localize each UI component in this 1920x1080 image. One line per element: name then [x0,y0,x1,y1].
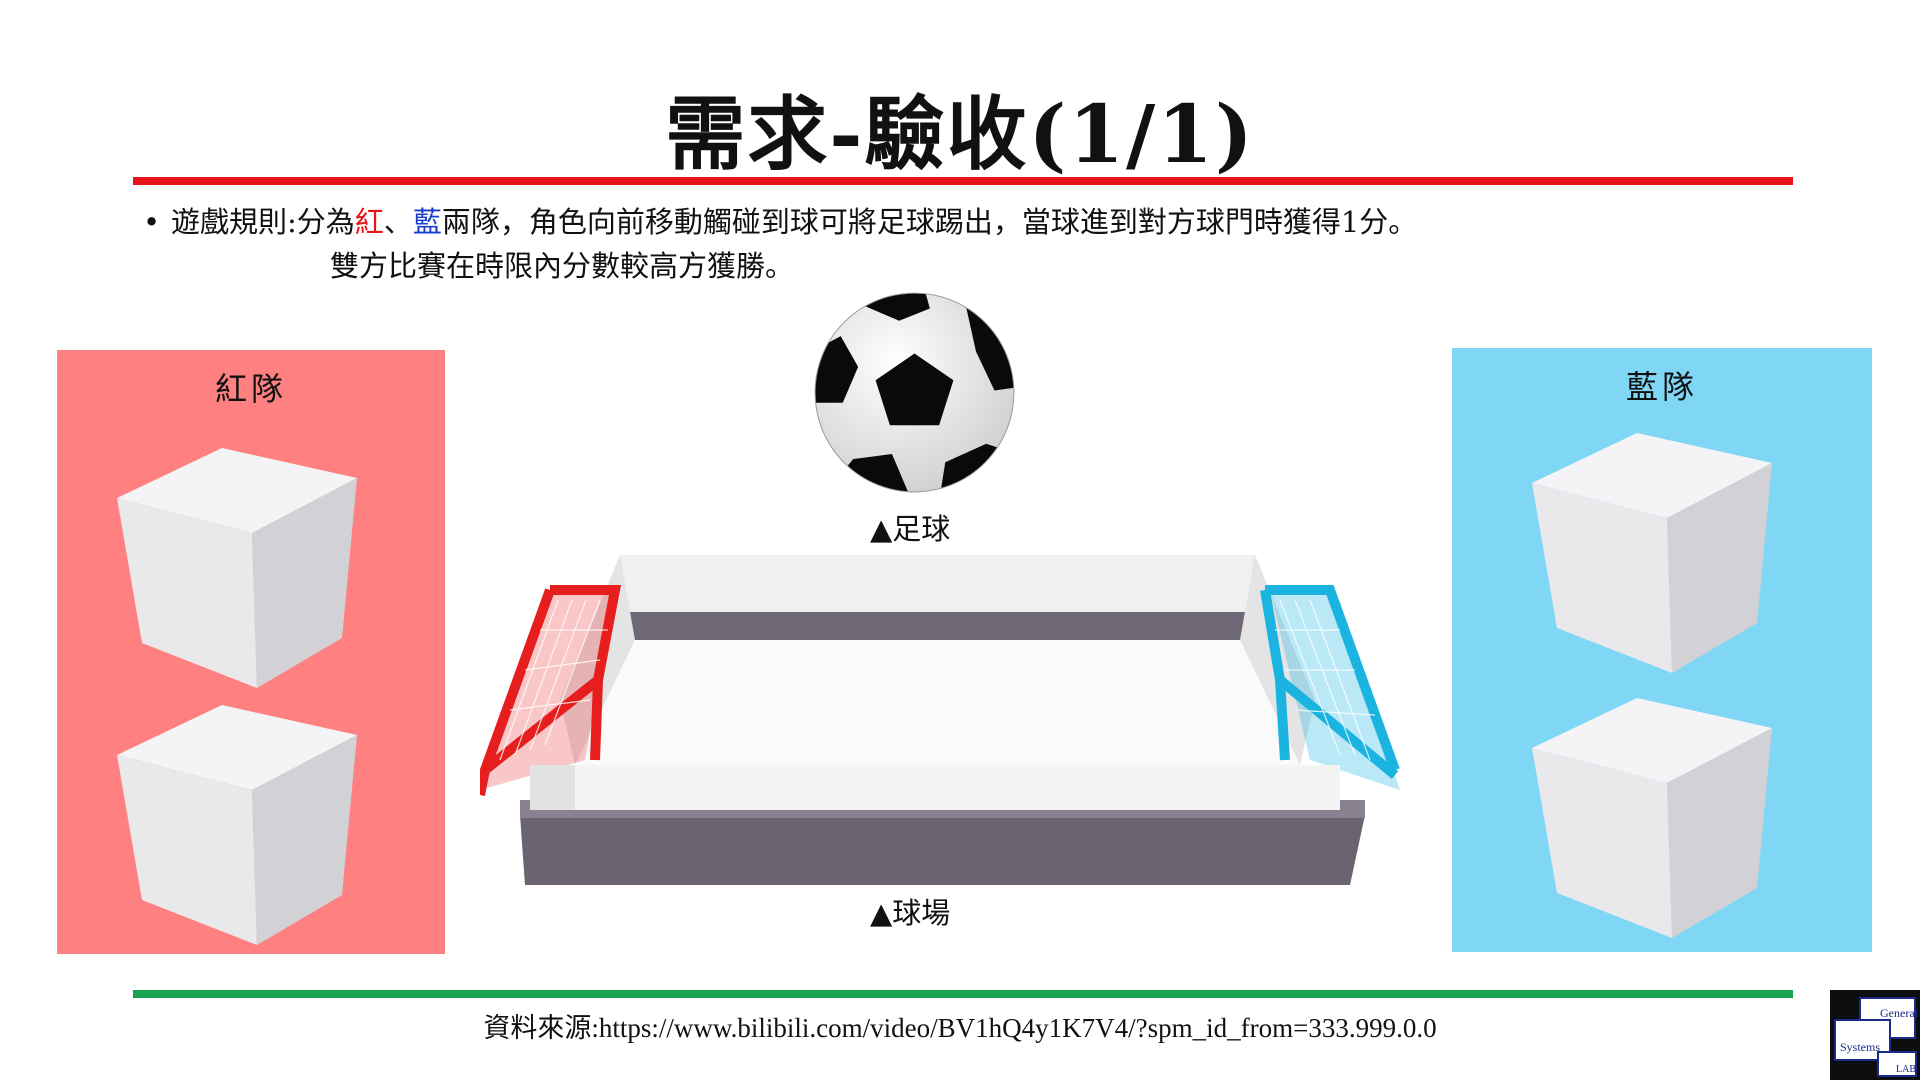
rule-bullet-line2: 雙方比賽在時限內分數較高方獲勝。 [330,249,795,283]
field-caption: ▲球場 [870,896,951,930]
cube-icon [1532,698,1772,938]
field-illustration [480,555,1400,885]
red-team-panel: 紅隊 [57,350,445,954]
logo-word-systems: Systems [1840,1040,1881,1054]
rule-bullet: • 遊戲規則:分為紅、藍兩隊，角色向前移動觸碰到球可將足球踢出，當球進到對方球門時… [143,200,1417,244]
logo-word-general: General [1880,1006,1918,1020]
cube-icon [117,448,357,688]
blue-team-panel: 藍隊 [1452,348,1872,952]
logo-icon: General Systems LAB [1830,990,1920,1080]
logo-word-lab: LAB [1896,1064,1916,1075]
title-underline [133,177,1793,185]
bullet-prefix: 遊戲規則:分為 [171,205,355,239]
cube-icon [117,705,357,945]
bullet-marker: • [143,205,161,239]
cube-icon [1532,433,1772,673]
source-citation: 資料來源:https://www.bilibili.com/video/BV1h… [483,1013,1437,1043]
soccer-ball-icon [814,292,1015,493]
ball-caption: ▲足球 [870,512,951,546]
blue-team-label: 藍隊 [1625,368,1698,406]
red-word: 紅 [354,205,384,239]
bullet-sep: 、 [383,205,413,239]
footer-rule [133,990,1793,998]
blue-word: 藍 [412,205,442,239]
bullet-rest: 兩隊，角色向前移動觸碰到球可將足球踢出，當球進到對方球門時獲得1分。 [441,205,1418,239]
slide-title: 需求-驗收(1/1) [665,87,1255,181]
red-team-label: 紅隊 [214,370,287,408]
